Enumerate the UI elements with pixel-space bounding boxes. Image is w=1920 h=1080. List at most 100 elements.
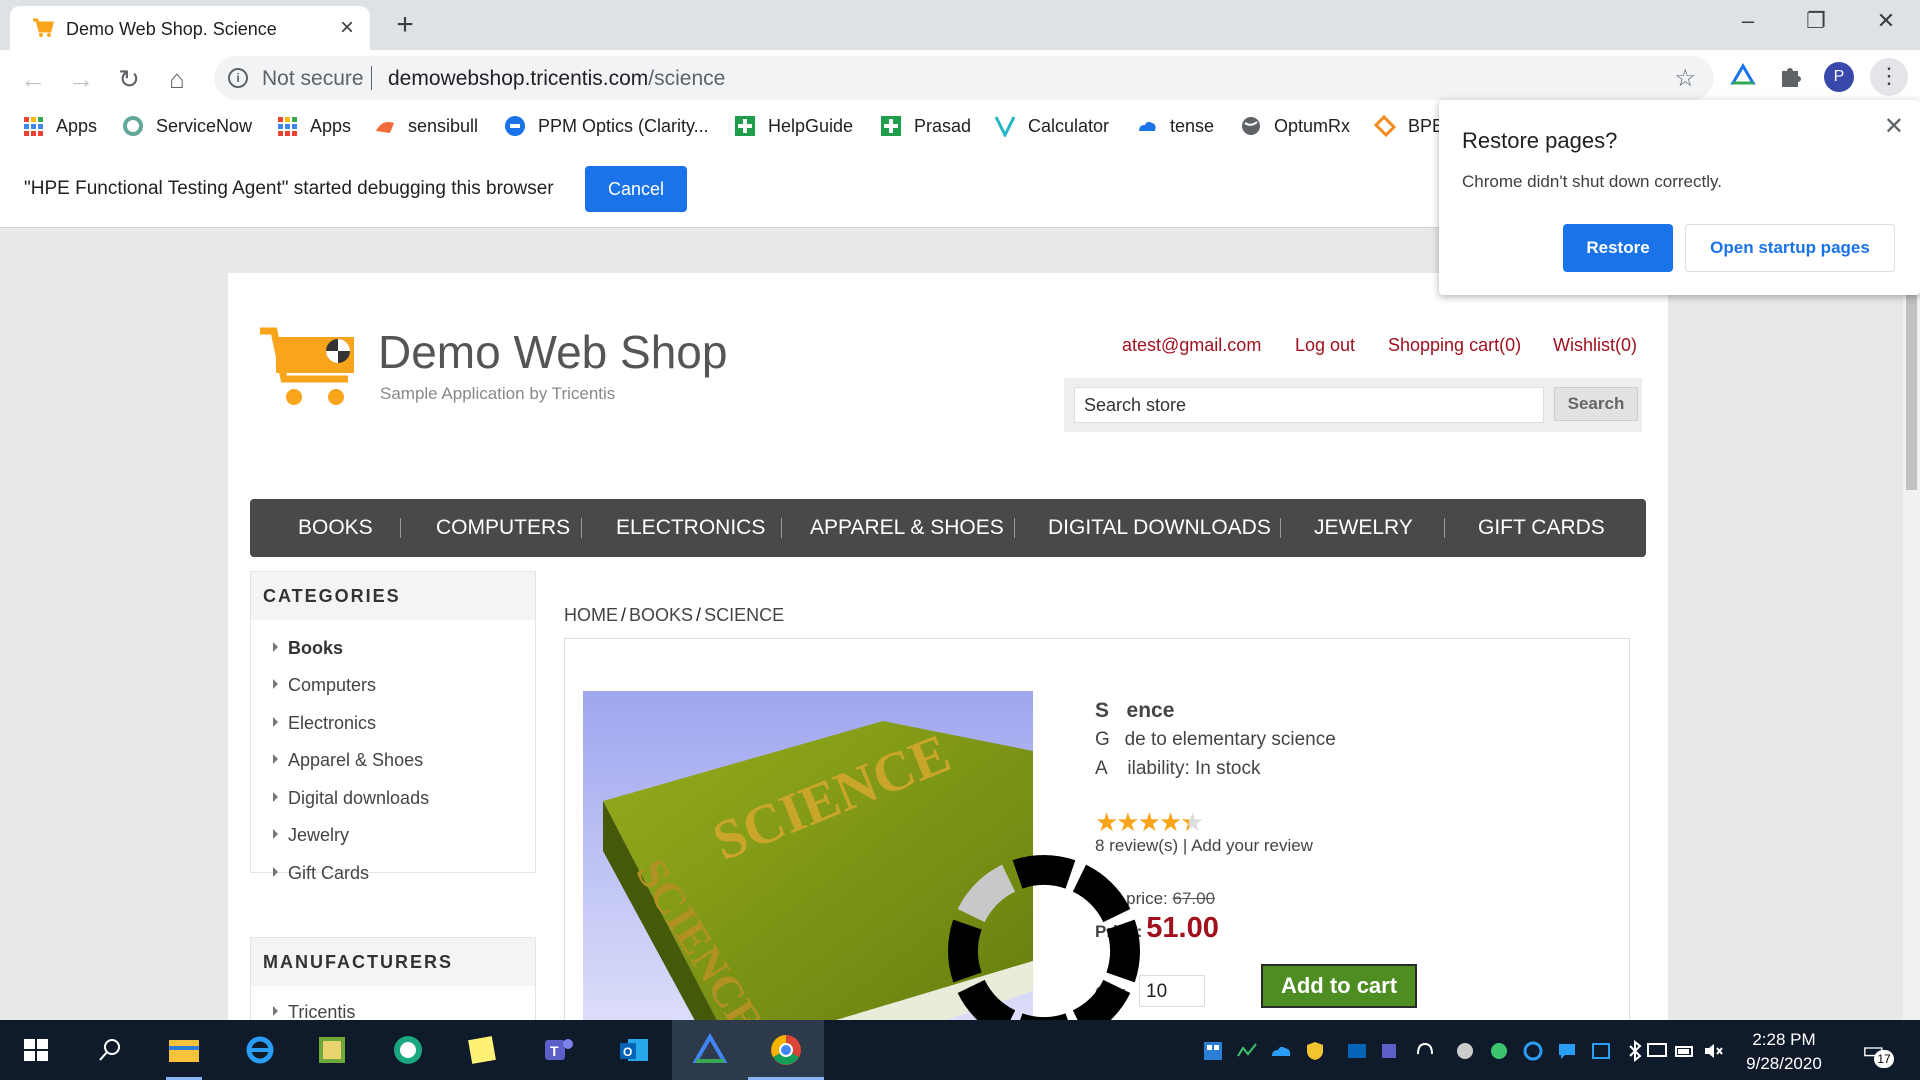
volume-muted-icon[interactable]	[1702, 1040, 1724, 1062]
cancel-debugging-button[interactable]: Cancel	[585, 166, 687, 212]
category-electronics[interactable]: Electronics	[273, 713, 376, 734]
tray-chat-icon[interactable]	[1556, 1040, 1578, 1062]
outlook-icon[interactable]: O	[616, 1032, 652, 1068]
add-review-link[interactable]: Add your review	[1191, 836, 1313, 855]
menu-digital-downloads[interactable]: DIGITAL DOWNLOADS	[1048, 516, 1271, 540]
close-popup-icon[interactable]: ✕	[1884, 112, 1904, 141]
menu-books[interactable]: BOOKS	[298, 516, 373, 540]
back-arrow-icon[interactable]: ←	[18, 64, 48, 95]
reload-icon[interactable]: ↻	[114, 64, 144, 95]
spinner-segment	[948, 919, 982, 983]
extensions-puzzle-icon[interactable]	[1778, 63, 1804, 89]
restore-window-icon[interactable]: ❐	[1796, 8, 1836, 34]
shop-title[interactable]: Demo Web Shop	[378, 325, 727, 379]
bookmark-apps[interactable]: Apps	[22, 114, 97, 138]
circle-app-icon[interactable]	[390, 1032, 426, 1068]
product-short-description: Guide to elementary science	[1095, 729, 1336, 750]
bookmark-servicenow[interactable]: ServiceNow	[122, 114, 252, 138]
minimize-icon[interactable]: –	[1728, 8, 1768, 34]
browser-toolbar: ← → ↻ ⌂ i Not secure demowebshop.tricent…	[0, 50, 1920, 106]
sticky-notes-icon[interactable]	[464, 1032, 500, 1068]
menu-gift-cards[interactable]: GIFT CARDS	[1478, 516, 1605, 540]
tray-headset-icon[interactable]	[1414, 1040, 1436, 1062]
windows-start-icon[interactable]	[18, 1032, 54, 1068]
onedrive-icon[interactable]	[1270, 1040, 1292, 1062]
new-tab-icon[interactable]: +	[390, 8, 420, 42]
tray-activity-icon[interactable]	[1236, 1040, 1258, 1062]
bookmark-prasad[interactable]: Prasad	[880, 114, 971, 138]
category-computers[interactable]: Computers	[273, 675, 376, 696]
category-books[interactable]: Books	[273, 638, 343, 659]
tray-teams-icon[interactable]	[1380, 1040, 1402, 1062]
wishlist-link[interactable]: Wishlist(0)	[1553, 335, 1637, 356]
tray-blue-circle-icon[interactable]	[1522, 1040, 1544, 1062]
category-digital-downloads[interactable]: Digital downloads	[273, 788, 429, 809]
tray-green-icon[interactable]	[1488, 1040, 1510, 1062]
menu-jewelry[interactable]: JEWELRY	[1314, 516, 1413, 540]
open-startup-pages-button[interactable]: Open startup pages	[1685, 224, 1895, 272]
battery-icon[interactable]	[1674, 1040, 1696, 1062]
reviews-count-link[interactable]: 8 review(s)	[1095, 836, 1178, 855]
file-explorer-icon[interactable]	[166, 1032, 202, 1068]
tray-bluetooth-icon[interactable]	[1624, 1040, 1646, 1062]
drive-app-icon[interactable]	[692, 1032, 728, 1068]
chrome-menu-icon[interactable]: ⋮	[1870, 58, 1908, 96]
spinner-segment	[957, 864, 1016, 923]
info-icon[interactable]: i	[228, 68, 248, 88]
restore-button[interactable]: Restore	[1563, 224, 1673, 272]
breadcrumb: HOME / BOOKS / SCIENCE	[564, 605, 785, 625]
address-bar[interactable]: i Not secure demowebshop.tricentis.com/s…	[214, 56, 1714, 100]
breadcrumb-home[interactable]: HOME	[564, 605, 618, 625]
chrome-icon[interactable]	[768, 1032, 804, 1068]
helpguide-plus-icon	[735, 116, 755, 136]
logout-link[interactable]: Log out	[1295, 335, 1355, 356]
bookmark-calculator[interactable]: Calculator	[994, 114, 1109, 138]
browser-tab[interactable]: Demo Web Shop. Science ×	[10, 6, 370, 50]
bookmark-tense[interactable]: tense	[1136, 114, 1214, 138]
bookmark-star-icon[interactable]: ☆	[1674, 64, 1696, 93]
search-button[interactable]: Search	[1554, 387, 1638, 421]
bookmark-ppm-optics[interactable]: PPM Optics (Clarity...	[504, 114, 709, 138]
teams-icon[interactable]: T	[540, 1032, 576, 1068]
scrollbar-thumb[interactable]	[1906, 290, 1917, 490]
home-icon[interactable]: ⌂	[162, 64, 192, 95]
profile-avatar[interactable]: P	[1824, 62, 1854, 92]
bookmark-optumrx[interactable]: OptumRx	[1240, 114, 1350, 138]
product-availability: Availability: In stock	[1095, 758, 1261, 779]
category-jewelry[interactable]: Jewelry	[273, 825, 349, 846]
menu-electronics[interactable]: ELECTRONICS	[616, 516, 765, 540]
add-to-cart-button[interactable]: Add to cart	[1261, 964, 1417, 1008]
tray-display-icon[interactable]	[1646, 1040, 1668, 1062]
quantity-input[interactable]: 10	[1139, 975, 1205, 1007]
shopping-cart-link[interactable]: Shopping cart(0)	[1388, 335, 1521, 356]
notifications-icon[interactable]: ▭ 17	[1862, 1036, 1894, 1068]
tray-network-drive-icon[interactable]	[1590, 1040, 1612, 1062]
account-email-link[interactable]: atest@gmail.com	[1122, 335, 1261, 356]
tray-vpn-icon[interactable]	[1454, 1040, 1476, 1062]
tray-app-icon[interactable]	[1202, 1040, 1224, 1062]
drive-extension-icon[interactable]	[1730, 63, 1756, 89]
tray-shield-icon[interactable]	[1304, 1040, 1326, 1062]
tray-outlook-icon[interactable]	[1346, 1040, 1368, 1062]
search-icon[interactable]	[92, 1032, 128, 1068]
menu-apparel-shoes[interactable]: APPAREL & SHOES	[810, 516, 1004, 540]
image-editor-icon[interactable]	[314, 1032, 350, 1068]
bookmark-bpe[interactable]: BPE	[1374, 114, 1444, 138]
close-window-icon[interactable]: ✕	[1866, 8, 1906, 34]
forward-arrow-icon[interactable]: →	[66, 64, 96, 95]
breadcrumb-books[interactable]: BOOKS	[629, 605, 693, 625]
manufacturer-tricentis[interactable]: Tricentis	[273, 1002, 355, 1020]
system-clock[interactable]: 2:28 PM 9/28/2020	[1724, 1028, 1844, 1076]
bookmark-apps-2[interactable]: Apps	[276, 114, 351, 138]
category-apparel-shoes[interactable]: Apparel & Shoes	[273, 750, 423, 771]
tab-title: Demo Web Shop. Science	[66, 19, 277, 39]
internet-explorer-icon[interactable]	[242, 1032, 278, 1068]
bookmark-sensibull[interactable]: sensibull	[374, 114, 478, 138]
tab-close-icon[interactable]: ×	[340, 14, 354, 42]
menu-computers[interactable]: COMPUTERS	[436, 516, 570, 540]
apps-grid-icon	[278, 117, 297, 136]
category-gift-cards[interactable]: Gift Cards	[273, 863, 369, 884]
search-input[interactable]: Search store	[1074, 387, 1544, 423]
bookmark-helpguide[interactable]: HelpGuide	[734, 114, 853, 138]
product-rating-stars: ★★★★★★	[1095, 807, 1203, 837]
